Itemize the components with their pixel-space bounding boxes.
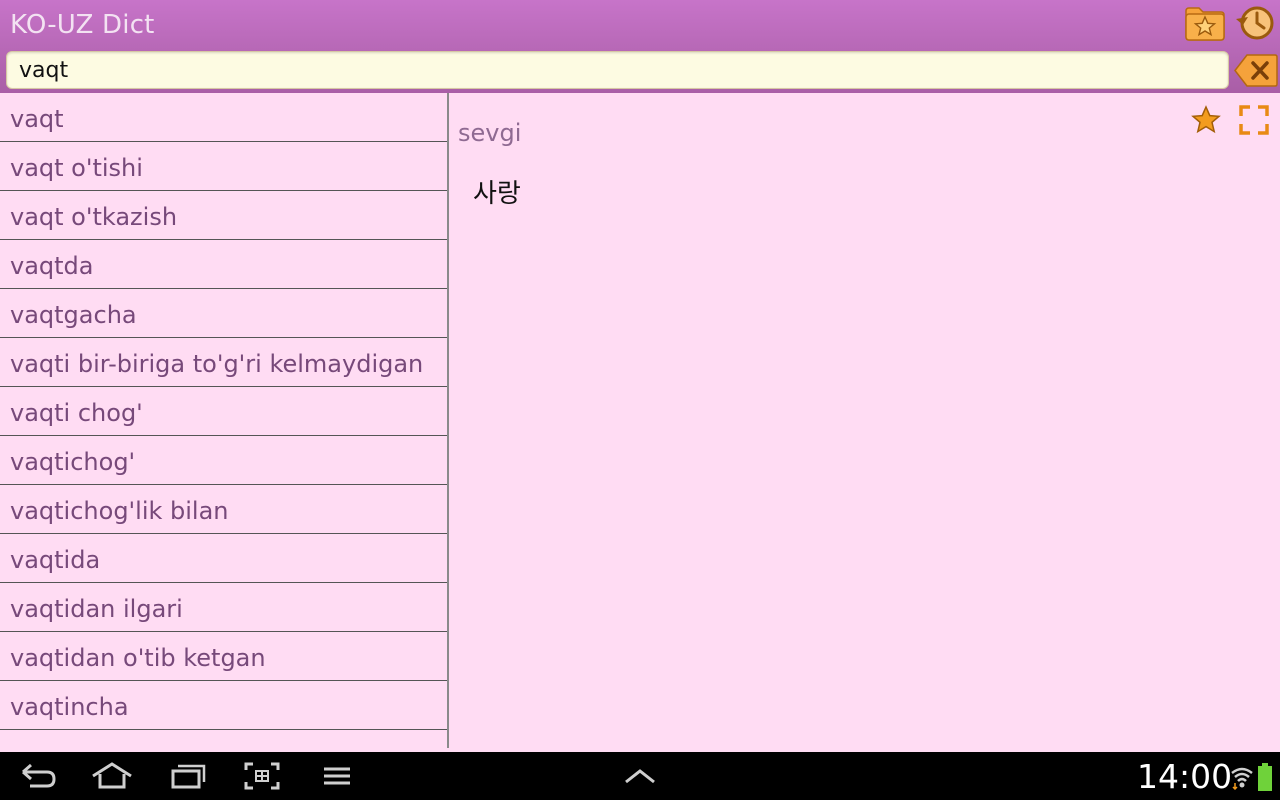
screenshot-button[interactable]: [244, 762, 280, 794]
back-button[interactable]: [20, 762, 58, 794]
recent-apps-icon: [171, 764, 206, 789]
clear-search-button[interactable]: [1234, 53, 1278, 88]
search-box: [6, 51, 1229, 89]
wifi-icon: [1231, 767, 1253, 791]
list-item[interactable]: vaqtichog': [0, 436, 447, 485]
star-icon: [1191, 105, 1221, 134]
fullscreen-button[interactable]: [1239, 105, 1269, 135]
menu-button[interactable]: [322, 762, 352, 794]
home-icon: [92, 762, 132, 789]
list-item[interactable]: vaqtincha: [0, 681, 447, 730]
expand-notifications-button[interactable]: [624, 766, 656, 790]
menu-icon: [324, 767, 350, 785]
home-button[interactable]: [90, 762, 134, 794]
list-item[interactable]: vaqtda: [0, 240, 447, 289]
back-icon: [22, 763, 56, 788]
word-list: vaqt vaqt o'tishi vaqt o'tkazish vaqtda …: [0, 93, 447, 748]
history-button[interactable]: [1233, 3, 1277, 43]
search-input[interactable]: [7, 52, 1228, 88]
list-item[interactable]: vaqtgacha: [0, 289, 447, 338]
favorites-folder-icon: [1185, 7, 1225, 41]
list-item[interactable]: vaqtidan o'tib ketgan: [0, 632, 447, 681]
wifi-status: [1230, 764, 1254, 794]
headword: sevgi: [458, 119, 522, 147]
favorite-button[interactable]: [1191, 105, 1221, 135]
list-item[interactable]: vaqtichog'lik bilan: [0, 485, 447, 534]
recent-apps-button[interactable]: [170, 762, 206, 794]
translation: 사랑: [473, 179, 521, 209]
battery-status: [1257, 762, 1273, 796]
app-header: KO-UZ Dict: [0, 0, 1280, 93]
app-title: KO-UZ Dict: [10, 10, 155, 40]
history-icon: [1236, 6, 1274, 40]
screenshot-icon: [244, 762, 280, 790]
list-item[interactable]: vaqt o'tishi: [0, 142, 447, 191]
chevron-up-icon: [625, 769, 655, 784]
status-clock: 14:00: [1137, 757, 1233, 796]
favorites-folder-button[interactable]: [1184, 5, 1226, 41]
list-item[interactable]: vaqt: [0, 93, 447, 142]
definition-panel: sevgi 사랑: [449, 93, 1280, 748]
battery-icon: [1258, 763, 1272, 791]
system-navigation-bar: 14:00: [0, 752, 1280, 800]
list-item[interactable]: vaqti chog': [0, 387, 447, 436]
list-item[interactable]: vaqtidan ilgari: [0, 583, 447, 632]
list-item[interactable]: vaqt o'tkazish: [0, 191, 447, 240]
list-item[interactable]: vaqtida: [0, 534, 447, 583]
clear-icon: [1234, 54, 1278, 87]
fullscreen-icon: [1239, 105, 1269, 135]
list-item[interactable]: vaqti bir-biriga to'g'ri kelmaydigan: [0, 338, 447, 387]
